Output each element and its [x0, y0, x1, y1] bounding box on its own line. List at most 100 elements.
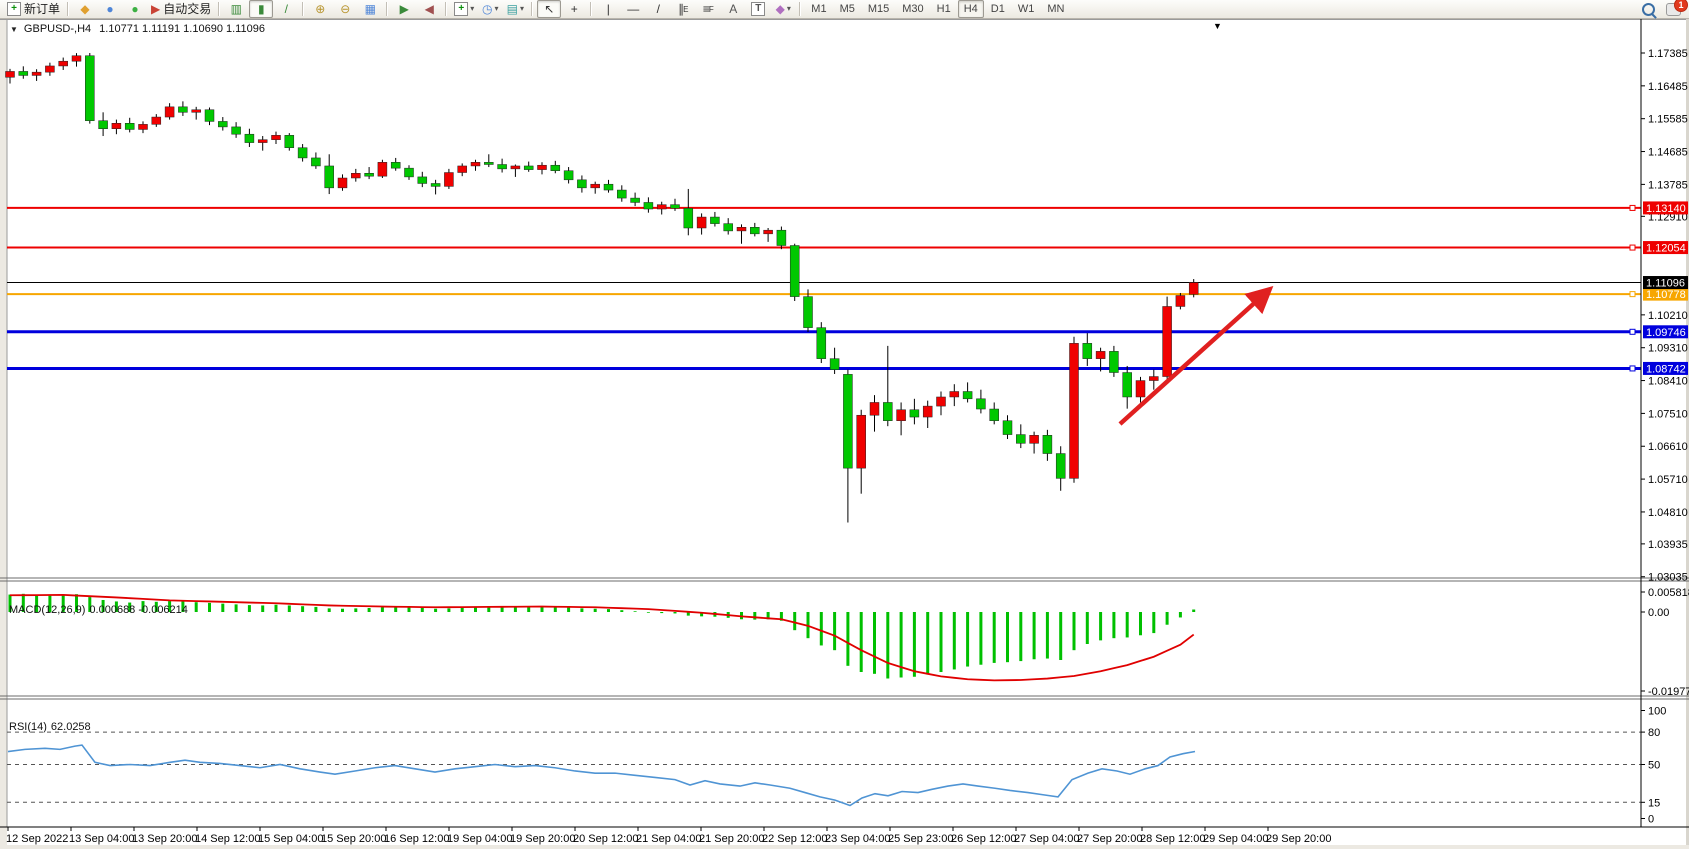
candle-body [72, 56, 81, 61]
horizontal-line-button[interactable]: — [621, 0, 645, 18]
support-line-1-handle[interactable] [1630, 329, 1635, 334]
crosshair-button[interactable]: + [562, 0, 586, 18]
candle-body [85, 56, 94, 121]
candle-body [272, 135, 281, 139]
chart-canvas[interactable]: 1.173851.164851.155851.146851.137851.129… [0, 19, 1689, 849]
equidistant-channel-button[interactable]: ∥E [671, 0, 695, 18]
candle-body [1189, 283, 1198, 295]
chart-list-dropdown-icon[interactable]: ▼ [10, 25, 18, 34]
tile-windows-icon: ▦ [365, 2, 376, 16]
timeframe-m1-button[interactable]: M1 [805, 0, 832, 18]
fibonacci-button[interactable]: ≡F [696, 0, 720, 18]
new-chart-button[interactable]: +▾ [451, 0, 477, 18]
community-button[interactable]: ● [98, 0, 122, 18]
candlestick-chart-button[interactable]: ▮ [249, 0, 273, 18]
timeframe-h1-button[interactable]: H1 [931, 0, 957, 18]
indicators-button[interactable]: ▤▾ [503, 0, 527, 18]
price-tick-label: 1.14685 [1648, 147, 1688, 159]
mt4-window: +新订单◆●●▶自动交易▥▮/⊕⊖▦▶◀+▾◷▾▤▾↖+|—/∥E≡FAT◆▾M… [0, 0, 1689, 849]
cursor-button[interactable]: ↖ [537, 0, 561, 18]
toolbar-separator [302, 2, 304, 16]
resistance-line-2-handle[interactable] [1630, 245, 1635, 250]
candle-body [1003, 421, 1012, 435]
time-tick-label: 27 Sep 04:00 [1014, 833, 1079, 845]
candle-body [45, 66, 54, 72]
zoom-in-button[interactable]: ⊕ [308, 0, 332, 18]
timeframe-h4-button[interactable]: H4 [958, 0, 984, 18]
new-order-button[interactable]: +新订单 [4, 0, 63, 18]
candle-body [1136, 381, 1145, 397]
zoom-out-icon: ⊖ [340, 2, 350, 16]
toolbar: +新订单◆●●▶自动交易▥▮/⊕⊖▦▶◀+▾◷▾▤▾↖+|—/∥E≡FAT◆▾M… [0, 0, 1689, 19]
candlestick-chart-icon: ▮ [258, 2, 265, 16]
candle-body [777, 230, 786, 245]
scroll-to-end-icon[interactable]: ▼ [1213, 21, 1222, 31]
price-tick-label: 1.06610 [1648, 441, 1688, 453]
new-order-icon: + [7, 2, 21, 16]
candle-body [1070, 343, 1079, 478]
text-label-button[interactable]: T [746, 0, 770, 18]
candle-body [192, 110, 201, 113]
arrows-button[interactable]: ◆▾ [771, 0, 795, 18]
pivot-line-handle[interactable] [1630, 292, 1635, 297]
candle-body [1030, 435, 1039, 443]
resistance-line-2-tag-text: 1.12054 [1646, 243, 1686, 255]
candle-body [258, 140, 267, 143]
autotrading-button[interactable]: ▶自动交易 [148, 0, 214, 18]
autotrading-icon: ▶ [151, 2, 160, 16]
rsi-axis-label: 80 [1648, 727, 1660, 739]
macd-indicator-label: MACD(12,26,9)0.000688 -0.006214 [9, 604, 192, 616]
candle-body [937, 397, 946, 406]
zoom-out-button[interactable]: ⊖ [333, 0, 357, 18]
market-watch-button[interactable]: ◆ [73, 0, 97, 18]
trendline-button[interactable]: / [646, 0, 670, 18]
chart-symbol-period: GBPUSD-,H4 [24, 23, 91, 35]
clock-icon: ◷ [482, 2, 492, 16]
bar-chart-button[interactable]: ▥ [224, 0, 248, 18]
timeframe-m5-button[interactable]: M5 [834, 0, 861, 18]
tile-windows-button[interactable]: ▦ [358, 0, 382, 18]
chart-shift-button[interactable]: ◀ [417, 0, 441, 18]
support-line-2-handle[interactable] [1630, 366, 1635, 371]
candle-body [631, 198, 640, 202]
horizontal-line-icon: — [627, 2, 639, 16]
candle-body [644, 202, 653, 209]
line-chart-button[interactable]: / [274, 0, 298, 18]
period-clock-button[interactable]: ◷▾ [478, 0, 502, 18]
timeframe-m30-button[interactable]: M30 [896, 0, 929, 18]
text-icon: A [729, 2, 737, 16]
support-line-2-tag-text: 1.08742 [1646, 363, 1686, 375]
macd-name: MACD(12,26,9) [9, 604, 85, 616]
timeframe-d1-button[interactable]: D1 [985, 0, 1011, 18]
toolbar-separator [67, 2, 69, 16]
price-tick-label: 1.15585 [1648, 114, 1688, 126]
candle-body [152, 117, 161, 124]
candle-body [591, 184, 600, 188]
candle-body [923, 406, 932, 417]
candle-body [883, 402, 892, 420]
resistance-line-1-handle[interactable] [1630, 205, 1635, 210]
timeframe-w1-button[interactable]: W1 [1012, 0, 1041, 18]
rsi-name: RSI(14) [9, 721, 47, 733]
candle-body [897, 410, 906, 421]
auto-scroll-button[interactable]: ▶ [392, 0, 416, 18]
search-button[interactable] [1636, 0, 1660, 18]
timeframe-m15-button[interactable]: M15 [862, 0, 895, 18]
dropdown-arrow-icon: ▾ [495, 2, 499, 16]
toolbar-separator [218, 2, 220, 16]
time-tick-label: 12 Sep 2022 [6, 833, 68, 845]
signals-button[interactable]: ● [123, 0, 147, 18]
timeframe-mn-button[interactable]: MN [1041, 0, 1070, 18]
candle-body [218, 121, 227, 126]
vertical-line-button[interactable]: | [596, 0, 620, 18]
price-tick-label: 1.10210 [1648, 310, 1688, 322]
candle-body [1043, 435, 1052, 453]
text-button[interactable]: A [721, 0, 745, 18]
candle-body [790, 246, 799, 297]
candle-body [870, 402, 879, 415]
time-tick-label: 19 Sep 04:00 [447, 833, 512, 845]
candle-body [378, 162, 387, 176]
notifications-button[interactable]: 1 [1661, 0, 1685, 18]
candle-body [697, 217, 706, 228]
trendline-icon: / [657, 2, 660, 16]
